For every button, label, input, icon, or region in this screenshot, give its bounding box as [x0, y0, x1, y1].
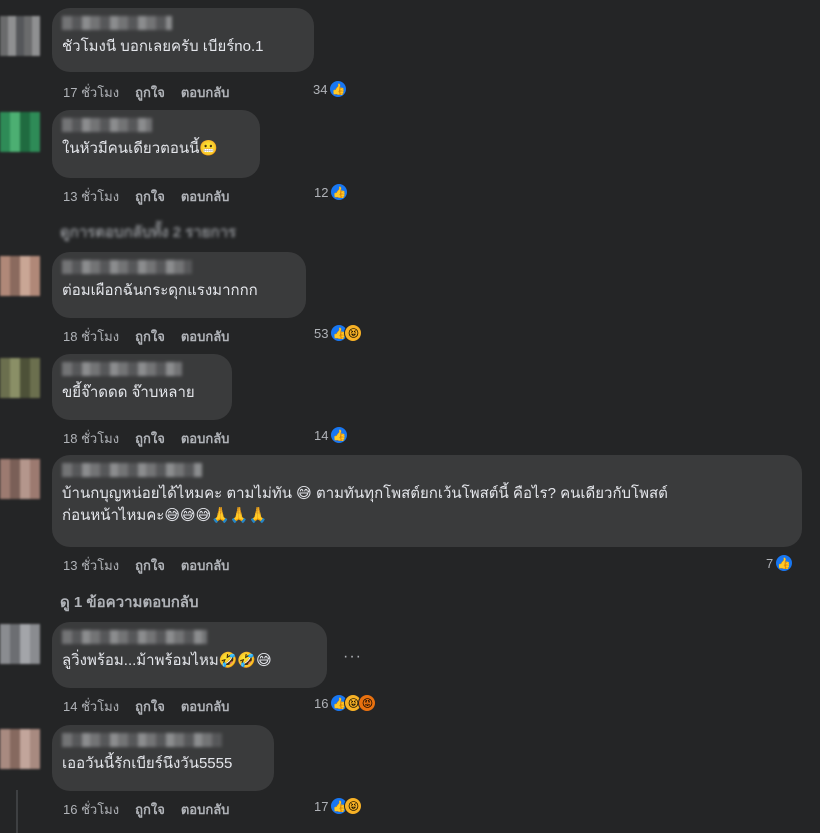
like-reaction-icon: 👍	[330, 183, 349, 201]
like-reaction-icon: 👍	[329, 80, 348, 98]
view-replies-link[interactable]: ดู 1 ข้อความตอบกลับ	[60, 590, 199, 614]
comment-bubble: ต่อมเผือกฉันกระดุกแรงมากกก	[52, 252, 306, 318]
reply-button[interactable]: ตอบกลับ	[181, 428, 230, 449]
comment-bubble: ลูวิ่งพร้อม...ม้าพร้อมไหม🤣🤣😅	[52, 622, 327, 688]
thread-line	[16, 790, 18, 833]
comment-bubble: ในหัวมีคนเดียวตอนนี้😬	[52, 110, 260, 178]
comment-text: ในหัวมีคนเดียวตอนนี้😬	[62, 140, 219, 157]
avatar[interactable]	[0, 112, 40, 152]
reply-button[interactable]: ตอบกลับ	[181, 82, 230, 103]
comment-actions: 18 ชั่วโมง ถูกใจ ตอบกลับ	[63, 428, 229, 449]
comment-actions: 18 ชั่วโมง ถูกใจ ตอบกลับ	[63, 326, 229, 347]
author-name[interactable]	[62, 16, 172, 30]
reaction-summary[interactable]: 16 👍 😝 😡	[314, 694, 377, 712]
like-reaction-icon: 👍	[775, 554, 794, 572]
author-name[interactable]	[62, 362, 182, 376]
reaction-summary[interactable]: 14 👍	[314, 426, 349, 444]
avatar[interactable]	[0, 16, 40, 56]
comment-bubble: ขยี้จ๊าดดด จ๊าบหลาย	[52, 354, 232, 420]
timestamp[interactable]: 13 ชั่วโมง	[63, 186, 119, 207]
reply-button[interactable]: ตอบกลับ	[181, 696, 230, 717]
reaction-count: 34	[313, 81, 328, 97]
reply-button[interactable]: ตอบกลับ	[181, 799, 230, 820]
avatar[interactable]	[0, 256, 40, 296]
reply-button[interactable]: ตอบกลับ	[181, 555, 230, 576]
reaction-summary[interactable]: 12 👍	[314, 183, 349, 201]
reaction-count: 53	[314, 325, 329, 341]
reaction-count: 12	[314, 184, 329, 200]
avatar[interactable]	[0, 459, 40, 499]
comment-text: ชัวโมงนี บอกเลยครับ เบียร์no.1	[62, 38, 264, 55]
author-name[interactable]	[62, 733, 222, 747]
angry-reaction-icon: 😡	[358, 694, 377, 712]
comment-actions: 14 ชั่วโมง ถูกใจ ตอบกลับ	[63, 696, 229, 717]
like-button[interactable]: ถูกใจ	[135, 555, 165, 576]
timestamp[interactable]: 14 ชั่วโมง	[63, 696, 119, 717]
like-button[interactable]: ถูกใจ	[135, 186, 165, 207]
comment-text: เออวันนี้รักเบียร์นึงวัน5555	[62, 755, 233, 772]
like-button[interactable]: ถูกใจ	[135, 696, 165, 717]
reaction-summary[interactable]: 34 👍	[313, 80, 348, 98]
comment-text: ลูวิ่งพร้อม...ม้าพร้อมไหม🤣🤣😅	[62, 652, 272, 669]
more-options-icon[interactable]: ···	[343, 648, 362, 666]
comment-actions: 16 ชั่วโมง ถูกใจ ตอบกลับ	[63, 799, 229, 820]
reaction-count: 7	[766, 555, 774, 571]
comment-actions: 17 ชั่วโมง ถูกใจ ตอบกลับ	[63, 82, 229, 103]
author-name[interactable]	[62, 630, 207, 644]
comment-text: ขยี้จ๊าดดด จ๊าบหลาย	[62, 384, 195, 401]
haha-reaction-icon: 😝	[344, 324, 363, 342]
like-button[interactable]: ถูกใจ	[135, 326, 165, 347]
haha-reaction-icon: 😝	[344, 797, 363, 815]
like-reaction-icon: 👍	[330, 426, 349, 444]
comment-actions: 13 ชั่วโมง ถูกใจ ตอบกลับ	[63, 555, 229, 576]
reaction-summary[interactable]: 7 👍	[766, 554, 794, 572]
like-button[interactable]: ถูกใจ	[135, 82, 165, 103]
author-name[interactable]	[62, 463, 202, 477]
comment-bubble: บ้านกบุญหน่อยได้ไหมคะ ตามไม่ทัน 😅 ตามทัน…	[52, 455, 802, 547]
timestamp[interactable]: 16 ชั่วโมง	[63, 799, 119, 820]
like-button[interactable]: ถูกใจ	[135, 428, 165, 449]
timestamp[interactable]: 17 ชั่วโมง	[63, 82, 119, 103]
reaction-count: 16	[314, 695, 329, 711]
reaction-summary[interactable]: 17 👍 😝	[314, 797, 363, 815]
comment-text: ต่อมเผือกฉันกระดุกแรงมากกก	[62, 282, 258, 299]
avatar[interactable]	[0, 729, 40, 769]
timestamp[interactable]: 13 ชั่วโมง	[63, 555, 119, 576]
comment-actions: 13 ชั่วโมง ถูกใจ ตอบกลับ	[63, 186, 229, 207]
author-name[interactable]	[62, 260, 192, 274]
author-name[interactable]	[62, 118, 152, 132]
timestamp[interactable]: 18 ชั่วโมง	[63, 326, 119, 347]
reaction-summary[interactable]: 53 👍 😝	[314, 324, 363, 342]
avatar[interactable]	[0, 624, 40, 664]
comment-bubble: ชัวโมงนี บอกเลยครับ เบียร์no.1	[52, 8, 314, 72]
reaction-count: 14	[314, 427, 329, 443]
avatar[interactable]	[0, 358, 40, 398]
like-button[interactable]: ถูกใจ	[135, 799, 165, 820]
comment-bubble: เออวันนี้รักเบียร์นึงวัน5555	[52, 725, 274, 791]
reply-button[interactable]: ตอบกลับ	[181, 326, 230, 347]
view-replies-link[interactable]: ดูการตอบกลับทั้ง 2 รายการ	[60, 220, 236, 244]
reaction-count: 17	[314, 798, 329, 814]
timestamp[interactable]: 18 ชั่วโมง	[63, 428, 119, 449]
comment-text: บ้านกบุญหน่อยได้ไหมคะ ตามไม่ทัน 😅 ตามทัน…	[62, 485, 668, 524]
reply-button[interactable]: ตอบกลับ	[181, 186, 230, 207]
